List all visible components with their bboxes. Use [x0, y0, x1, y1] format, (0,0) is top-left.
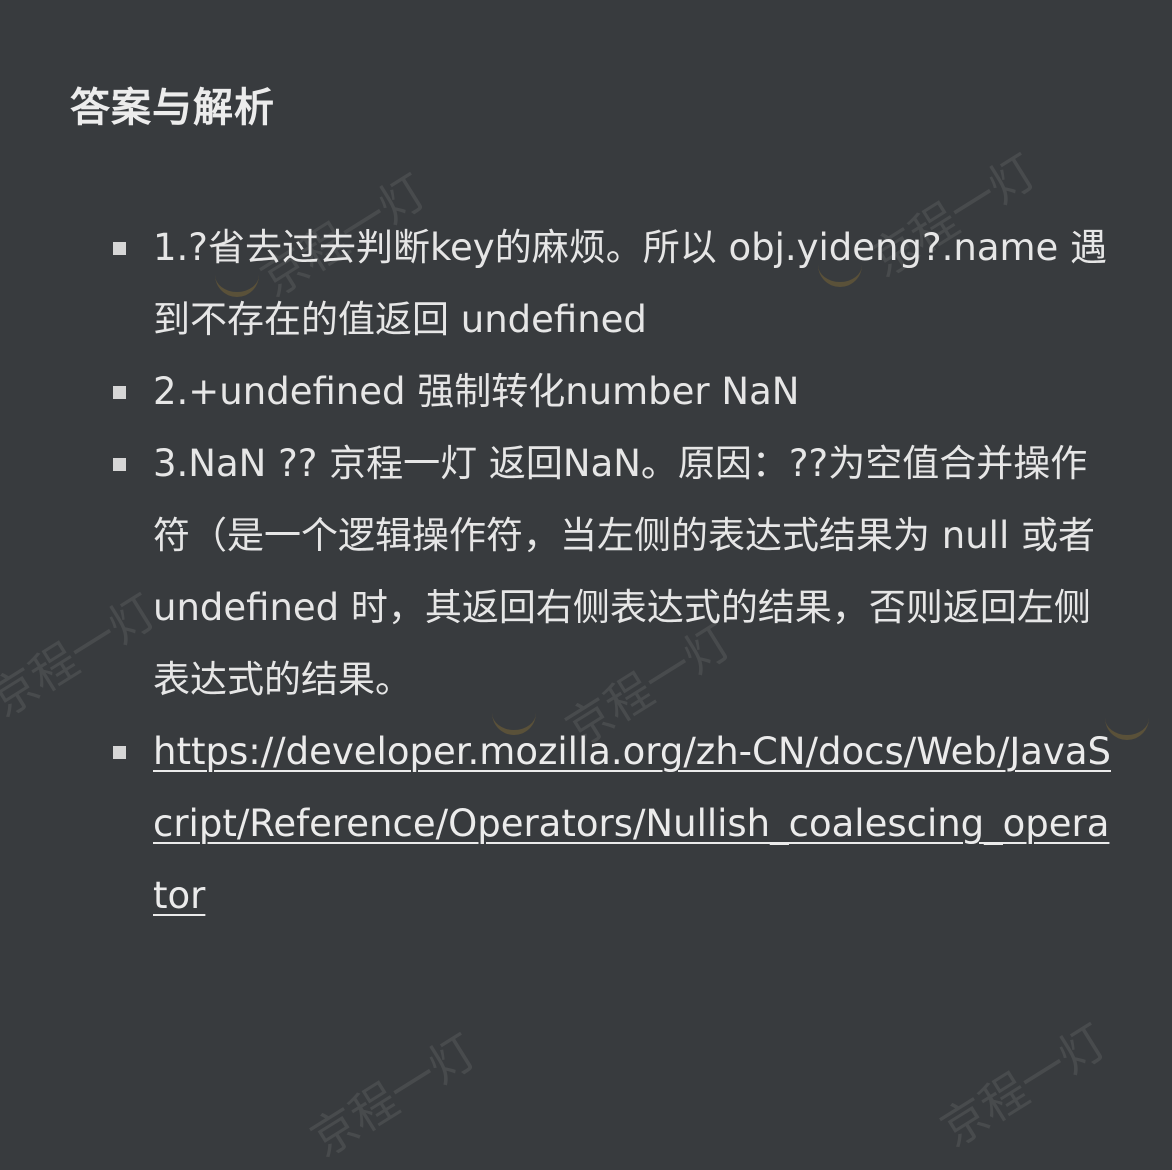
- bullet-icon: [113, 746, 126, 759]
- answer-item-4: https://developer.mozilla.org/zh-CN/docs…: [0, 716, 1172, 932]
- answer-item-2: 2.+undefined 强制转化number NaN: [0, 356, 1172, 428]
- watermark-6: 京程一灯: [931, 1013, 1116, 1158]
- answer-item-1: 1.?省去过去判断key的麻烦。所以 obj.yideng?.name 遇到不存…: [0, 212, 1172, 356]
- bullet-icon: [113, 458, 126, 471]
- bullet-icon: [113, 386, 126, 399]
- bullet-icon: [113, 242, 126, 255]
- watermark-5: 京程一灯: [301, 1023, 486, 1168]
- section-heading: 答案与解析: [70, 85, 275, 131]
- mdn-reference-link[interactable]: https://developer.mozilla.org/zh-CN/docs…: [153, 730, 1111, 917]
- answer-text-3: 3.NaN ?? 京程一灯 返回NaN。原因：??为空值合并操作符（是一个逻辑操…: [153, 442, 1095, 701]
- answer-item-3: 3.NaN ?? 京程一灯 返回NaN。原因：??为空值合并操作符（是一个逻辑操…: [0, 428, 1172, 716]
- answer-text-2: 2.+undefined 强制转化number NaN: [153, 370, 800, 413]
- answer-list: 1.?省去过去判断key的麻烦。所以 obj.yideng?.name 遇到不存…: [0, 212, 1172, 932]
- article-page: 京程一灯 京程一灯 京程一灯 京程一灯 京程一灯 京程一灯 答案与解析 1.?省…: [0, 0, 1172, 1167]
- answer-text-1: 1.?省去过去判断key的麻烦。所以 obj.yideng?.name 遇到不存…: [153, 226, 1108, 341]
